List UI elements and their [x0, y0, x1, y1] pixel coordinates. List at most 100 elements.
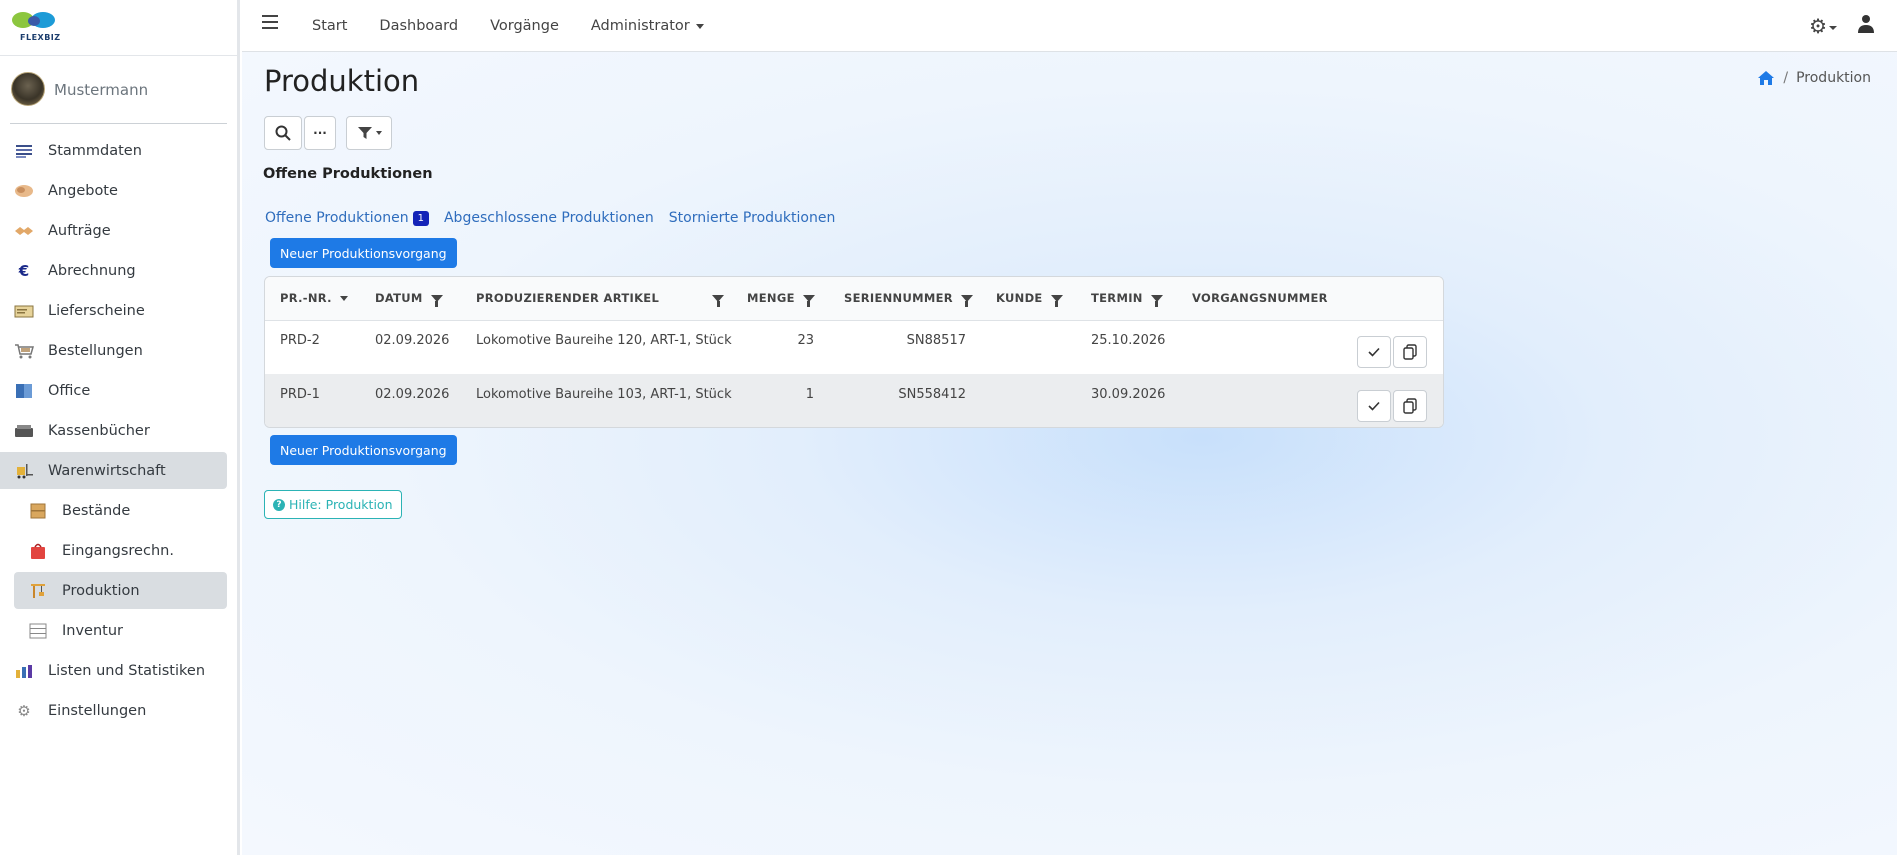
column-header-vorgangsnummer[interactable]: VORGANGSNUMMER [1177, 277, 1333, 321]
chevron-down-icon [1829, 25, 1837, 30]
sidebar-item-label: Eingangsrechn. [62, 542, 174, 559]
hamburger-icon[interactable] [262, 15, 278, 29]
sidebar-item-produktion[interactable]: Produktion [14, 572, 227, 609]
column-header-menge[interactable]: MENGE [732, 277, 829, 321]
home-icon[interactable] [1757, 70, 1775, 86]
cell-actions [1333, 374, 1443, 427]
settings-gear-icon[interactable]: ⚙ [1809, 14, 1837, 38]
new-production-button-top[interactable]: Neuer Produktionsvorgang [270, 238, 457, 268]
sidebar-item-listen[interactable]: Listen und Statistiken [0, 652, 227, 689]
sidebar-item-inventur[interactable]: Inventur [14, 612, 227, 649]
tab-label: Offene Produktionen [265, 210, 409, 226]
table-row[interactable]: PRD-2 02.09.2026 Lokomotive Baureihe 120… [265, 320, 1443, 374]
question-icon: ? [273, 498, 285, 511]
cell-menge: 23 [732, 320, 829, 374]
column-header-seriennummer[interactable]: SERIENNUMMER [829, 277, 981, 321]
column-label: PR.-NR. [280, 291, 332, 306]
column-header-artikel[interactable]: PRODUZIERENDER ARTIKEL [461, 277, 732, 321]
sidebar-item-kassenbuecher[interactable]: Kassenbücher [0, 412, 227, 449]
sidebar-item-label: Listen und Statistiken [48, 662, 206, 679]
filter-icon[interactable] [960, 294, 973, 307]
sidebar-item-label: Warenwirtschaft [48, 462, 166, 479]
column-header-termin[interactable]: TERMIN [1076, 277, 1177, 321]
column-header-kunde[interactable]: KUNDE [981, 277, 1076, 321]
shelf-icon [28, 622, 48, 640]
database-icon [14, 142, 34, 160]
sidebar-item-office[interactable]: Office [0, 372, 227, 409]
cashbox-icon [14, 422, 34, 440]
nav-administrator-label: Administrator [590, 18, 690, 34]
sidebar-item-bestellungen[interactable]: Bestellungen [0, 332, 227, 369]
check-icon [1368, 348, 1380, 357]
sidebar-item-eingangsrechn[interactable]: Eingangsrechn. [14, 532, 227, 569]
brand[interactable]: FLEXBIZ [0, 0, 237, 56]
more-options-button[interactable]: ··· [304, 116, 336, 150]
search-button[interactable] [264, 116, 302, 150]
handshake-icon [14, 182, 34, 200]
filter-icon[interactable] [1050, 294, 1063, 307]
sidebar-item-bestaende[interactable]: Bestände [14, 492, 227, 529]
help-label: Hilfe: Produktion [289, 497, 393, 512]
column-header-nr[interactable]: PR.-NR. [265, 277, 360, 321]
sidebar-item-stammdaten[interactable]: Stammdaten [0, 132, 227, 169]
section-title: Offene Produktionen [263, 166, 433, 182]
tab-cancelled-productions[interactable]: Stornierte Produktionen [669, 210, 836, 226]
avatar[interactable] [11, 72, 45, 106]
chevron-down-icon [375, 131, 382, 135]
copy-icon [1403, 344, 1417, 360]
cell-nr: PRD-1 [265, 374, 360, 427]
sidebar-item-label: Angebote [48, 182, 118, 199]
user-panel[interactable]: Mustermann [10, 56, 227, 124]
nav-start[interactable]: Start [312, 18, 347, 34]
count-badge: 1 [412, 210, 429, 226]
nav-administrator[interactable]: Administrator [591, 18, 704, 34]
topbar: Start Dashboard Vorgänge Administrator ⚙ [242, 0, 1897, 52]
copy-button[interactable] [1393, 336, 1427, 369]
filter-icon[interactable] [430, 294, 443, 307]
sidebar-item-lieferscheine[interactable]: Lieferscheine [0, 292, 227, 329]
production-tabs: Offene Produktionen 1 Abgeschlossene Prod… [265, 210, 850, 226]
table-header-row: PR.-NR. DATUM PRODUZIERENDER ARTIKEL MEN… [265, 277, 1443, 321]
sidebar-item-abrechnung[interactable]: € Abrechnung [0, 252, 227, 289]
filter-icon[interactable] [1150, 294, 1163, 307]
help-button[interactable]: ? Hilfe: Produktion [264, 490, 402, 519]
nav-vorgaenge[interactable]: Vorgänge [490, 18, 559, 34]
sidebar-item-auftraege[interactable]: Aufträge [0, 212, 227, 249]
copy-button[interactable] [1393, 390, 1427, 422]
ellipsis-icon: ··· [313, 126, 327, 140]
filter-icon[interactable] [712, 294, 724, 307]
sidebar-item-einstellungen[interactable]: ⚙ Einstellungen [0, 692, 227, 729]
nav-dashboard[interactable]: Dashboard [379, 18, 458, 34]
sidebar-item-label: Kassenbücher [48, 422, 150, 439]
column-header-datum[interactable]: DATUM [360, 277, 461, 321]
sidebar-item-angebote[interactable]: Angebote [0, 172, 227, 209]
complete-button[interactable] [1357, 390, 1391, 422]
cell-actions [1333, 320, 1443, 374]
column-header-actions [1333, 277, 1443, 321]
search-icon [275, 125, 291, 141]
breadcrumb-current: Produktion [1796, 70, 1871, 86]
filter-button[interactable] [346, 116, 392, 150]
user-name[interactable]: Mustermann [54, 81, 148, 99]
tab-open-productions[interactable]: Offene Produktionen 1 [265, 210, 429, 226]
sidebar-item-label: Abrechnung [48, 262, 136, 279]
table-row[interactable]: PRD-1 02.09.2026 Lokomotive Baureihe 103… [265, 374, 1443, 427]
sidebar-item-label: Produktion [62, 582, 140, 599]
sidebar-item-label: Stammdaten [48, 142, 142, 159]
cell-vorgangsnummer [1177, 374, 1333, 427]
new-production-button-bottom[interactable]: Neuer Produktionsvorgang [270, 435, 457, 465]
cell-termin: 30.09.2026 [1076, 374, 1177, 427]
sort-desc-icon[interactable] [339, 295, 348, 301]
sidebar-item-label: Aufträge [48, 222, 111, 239]
complete-button[interactable] [1357, 336, 1391, 369]
sidebar-item-label: Einstellungen [48, 702, 147, 719]
bar-chart-icon [14, 662, 34, 680]
user-icon[interactable] [1857, 14, 1875, 34]
cell-termin: 25.10.2026 [1076, 320, 1177, 374]
tab-closed-productions[interactable]: Abgeschlossene Produktionen [444, 210, 654, 226]
column-label: SERIENNUMMER [844, 291, 953, 306]
sidebar-item-warenwirtschaft[interactable]: Warenwirtschaft [0, 452, 227, 489]
filter-icon[interactable] [802, 294, 815, 307]
sidebar-item-label: Bestellungen [48, 342, 143, 359]
delivery-note-icon [14, 302, 34, 320]
